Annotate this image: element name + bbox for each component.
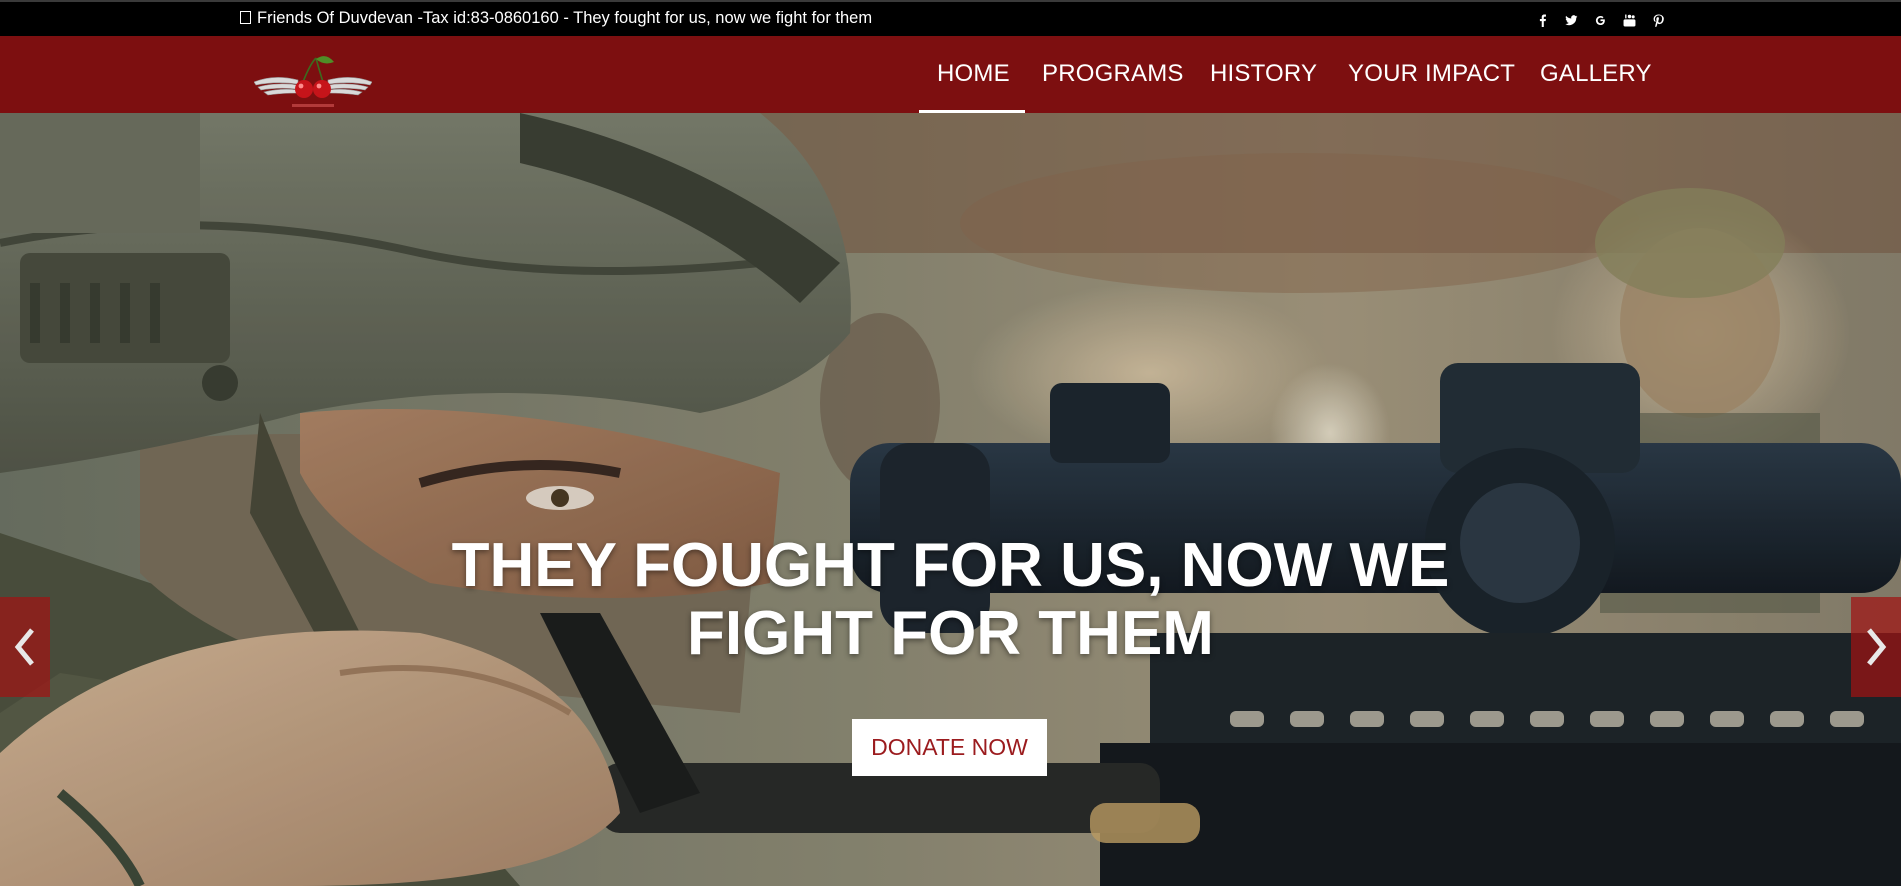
social-links: [1528, 10, 1673, 30]
tagline-text: Friends Of Duvdevan -Tax id:83-0860160 -…: [257, 9, 873, 27]
hero-headline: THEY FOUGHT FOR US, NOW WE FIGHT FOR THE…: [0, 532, 1901, 668]
slider-prev-button[interactable]: [0, 597, 50, 697]
nav-item-history[interactable]: HISTORY: [1210, 60, 1317, 88]
chevron-left-icon: [14, 628, 34, 666]
nav-item-your-impact[interactable]: YOUR IMPACT: [1348, 60, 1515, 88]
duvdevan-logo[interactable]: [254, 54, 372, 112]
twitter-icon[interactable]: [1557, 10, 1586, 30]
main-navbar: HOME PROGRAMS HISTORY YOUR IMPACT GALLER…: [0, 36, 1901, 113]
youtube-icon[interactable]: [1615, 10, 1644, 30]
nav-item-programs[interactable]: PROGRAMS: [1042, 60, 1184, 88]
hero-headline-line-2: FIGHT FOR THEM: [687, 599, 1214, 668]
hero-headline-line-1: THEY FOUGHT FOR US, NOW WE: [451, 531, 1450, 600]
google-plus-icon[interactable]: [1586, 10, 1615, 30]
hero-slider: THEY FOUGHT FOR US, NOW WE FIGHT FOR THE…: [0, 113, 1901, 886]
pinterest-icon[interactable]: [1644, 10, 1673, 30]
chevron-right-icon: [1867, 628, 1887, 666]
missing-glyph-icon: [240, 11, 251, 24]
facebook-icon[interactable]: [1528, 10, 1557, 30]
tax-id-tagline: Friends Of Duvdevan -Tax id:83-0860160 -…: [240, 9, 872, 28]
nav-item-home[interactable]: HOME: [937, 60, 1010, 88]
donate-now-button[interactable]: DONATE NOW: [852, 719, 1047, 776]
nav-item-gallery[interactable]: GALLERY: [1540, 60, 1652, 88]
slider-next-button[interactable]: [1851, 597, 1901, 697]
top-info-bar: Friends Of Duvdevan -Tax id:83-0860160 -…: [0, 0, 1901, 36]
